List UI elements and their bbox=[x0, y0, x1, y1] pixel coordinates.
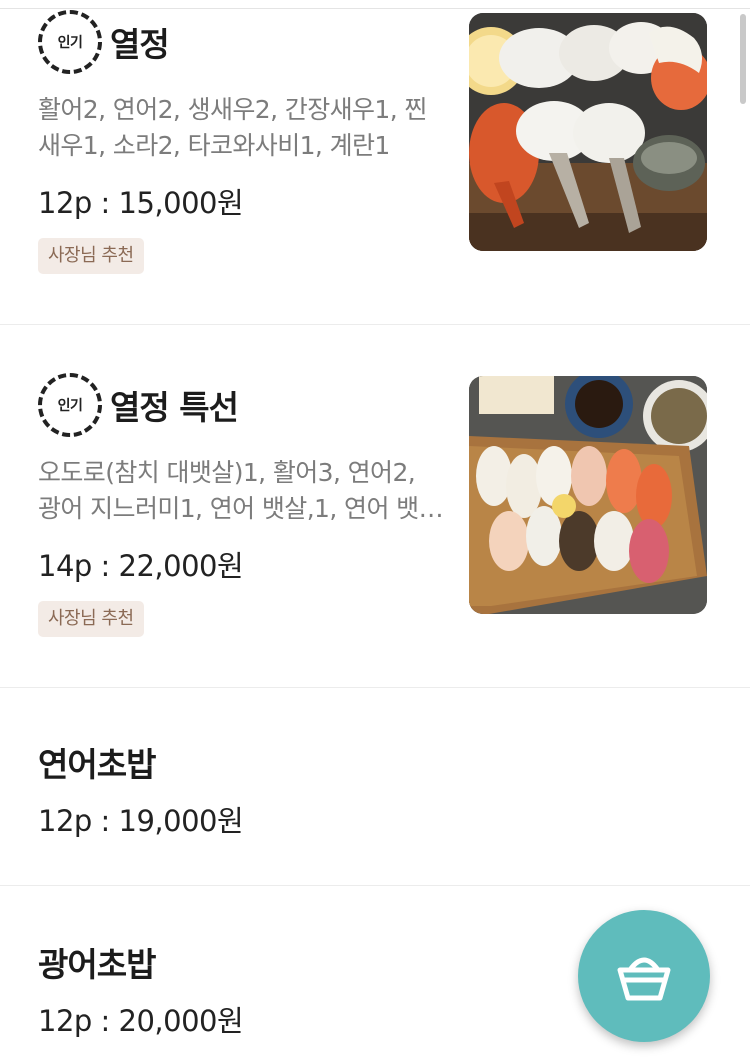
scrollbar[interactable] bbox=[740, 14, 746, 104]
menu-item[interactable]: 연어초밥 12p : 19,000원 bbox=[0, 688, 750, 886]
sushi-platter-image bbox=[469, 13, 707, 251]
recommend-tag: 사장님 추천 bbox=[38, 601, 144, 637]
popular-badge-icon: 인기 bbox=[38, 373, 102, 437]
popular-badge-icon: 인기 bbox=[38, 10, 102, 74]
menu-item[interactable]: 인기 열정 특선 오도로(참치 대뱃살)1, 활어3, 연어2, 광어 지느러미… bbox=[0, 325, 750, 688]
menu-item-price: 12p : 19,000원 bbox=[38, 804, 244, 838]
popular-badge-label: 인기 bbox=[57, 35, 83, 51]
menu-item-description: 활어2, 연어2, 생새우2, 간장새우1, 찐새우1, 소라2, 타코와사비1… bbox=[38, 95, 427, 160]
sushi-platter-illustration bbox=[469, 13, 707, 251]
menu-item-name: 광어초밥 bbox=[38, 945, 156, 984]
menu-item-name: 연어초밥 bbox=[38, 745, 156, 784]
special-sushi-board-image bbox=[469, 376, 707, 614]
menu-item-title-row: 인기 열정 특선 bbox=[38, 373, 239, 437]
menu-page: 인기 열정 활어2, 연어2, 생새우2, 간장새우1, 찐새우1, 소라2, … bbox=[0, 0, 750, 1058]
menu-item-name: 열정 bbox=[110, 25, 170, 64]
cart-button[interactable] bbox=[578, 910, 710, 1042]
menu-item[interactable]: 인기 열정 활어2, 연어2, 생새우2, 간장새우1, 찐새우1, 소라2, … bbox=[0, 0, 750, 325]
menu-item-price: 12p : 20,000원 bbox=[38, 1004, 244, 1038]
menu-item-price: 12p : 15,000원 bbox=[38, 186, 244, 220]
popular-badge-label: 인기 bbox=[57, 398, 83, 414]
menu-item-title-row: 인기 열정 bbox=[38, 10, 170, 74]
recommend-tag: 사장님 추천 bbox=[38, 238, 144, 274]
basket-icon bbox=[617, 957, 671, 1001]
sushi-board-illustration bbox=[469, 376, 707, 614]
menu-item-name: 열정 특선 bbox=[110, 388, 239, 427]
menu-item-price: 14p : 22,000원 bbox=[38, 549, 244, 583]
menu-item-description: 오도로(참치 대뱃살)1, 활어3, 연어2, 광어 지느러미1, 연어 뱃살,… bbox=[38, 458, 443, 523]
